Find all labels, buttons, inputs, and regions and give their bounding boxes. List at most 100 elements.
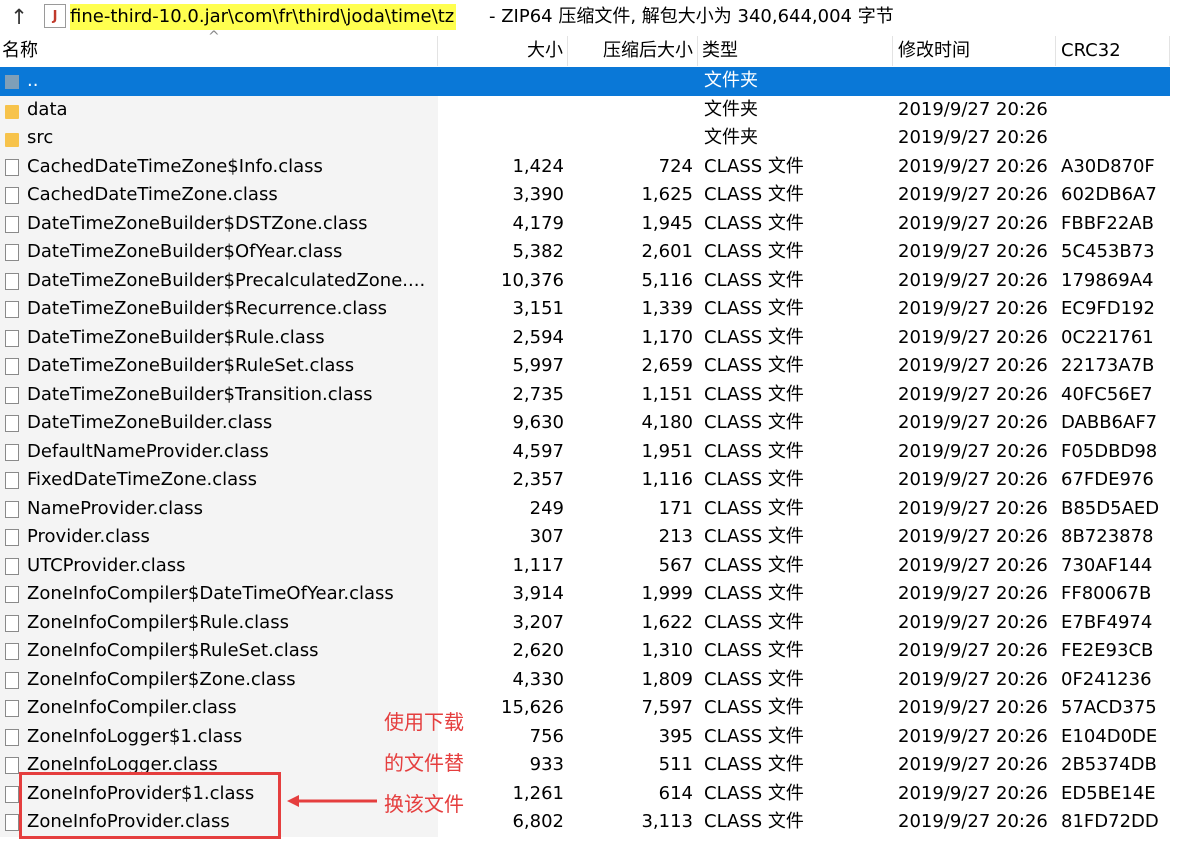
file-icon	[5, 272, 19, 290]
file-type: CLASS 文件	[704, 583, 804, 604]
table-row[interactable]: DateTimeZoneBuilder$DSTZone.class 4,179 1,…	[0, 209, 1200, 238]
file-size: 5,382	[512, 241, 564, 262]
file-icon	[5, 358, 19, 375]
table-row[interactable]: DateTimeZoneBuilder$Rule.class 2,594 1,170…	[0, 323, 1200, 352]
file-size: 4,330	[512, 668, 564, 690]
crc32-value: 730AF144	[1061, 554, 1153, 576]
packed-size: 1,170	[641, 326, 693, 348]
table-row[interactable]: Provider.class 307 213 CLASS 文件 2019/9/27 20…	[0, 523, 1200, 552]
crc32-value: 81FD72DD	[1061, 811, 1159, 832]
up-folder-button[interactable]: ↑	[3, 3, 35, 31]
address-bar: ↑ J fine-third-10.0.jar\com\fr\third\jod…	[0, 0, 1200, 34]
column-header-type[interactable]: 类型	[698, 36, 893, 66]
packed-size: 1,310	[641, 640, 693, 661]
column-header-crc[interactable]: CRC32	[1056, 36, 1170, 66]
table-row[interactable]: DateTimeZoneBuilder$OfYear.class 5,382 2,6…	[0, 238, 1200, 267]
file-type: CLASS 文件	[704, 725, 804, 747]
file-name: DefaultNameProvider.class	[27, 440, 269, 462]
modified-time: 2019/9/27 20:26	[898, 383, 1048, 405]
column-header-packed[interactable]: 压缩后大小	[568, 36, 698, 66]
file-icon	[5, 472, 19, 489]
file-icon	[5, 700, 19, 717]
crc32-value: 40FC56E7	[1061, 383, 1153, 405]
file-icon	[5, 671, 19, 689]
archive-path[interactable]: fine-third-10.0.jar\com\fr\third\joda\ti…	[70, 4, 457, 30]
packed-size: 614	[658, 782, 693, 804]
modified-time: 2019/9/27 20:26	[898, 754, 1048, 775]
table-row[interactable]: DateTimeZoneBuilder$PrecalculatedZone...…	[0, 266, 1200, 295]
crc32-value: 0F241236	[1061, 668, 1152, 690]
crc32-value: 67FDE976	[1061, 469, 1154, 490]
modified-time: 2019/9/27 20:26	[898, 440, 1048, 462]
file-name: ..	[27, 70, 39, 91]
crc32-value: E104D0DE	[1061, 725, 1158, 747]
crc32-value: FE2E93CB	[1061, 640, 1154, 661]
file-name: NameProvider.class	[27, 497, 203, 519]
file-size: 3,207	[512, 611, 564, 633]
file-type: CLASS 文件	[704, 697, 804, 718]
table-row[interactable]: DateTimeZoneBuilder.class 9,630 4,180 CLASS…	[0, 409, 1200, 438]
table-row[interactable]: DateTimeZoneBuilder$Transition.class 2,73…	[0, 380, 1200, 409]
table-row[interactable]: data 文件夹 2019/9/27 20:26	[0, 95, 1200, 124]
crc32-value: 2B5374DB	[1061, 754, 1157, 775]
file-list: .. 文件夹 data 文件夹 2019/9/27 20:26 src 文件夹 2019/9/…	[0, 67, 1200, 837]
file-icon	[5, 785, 19, 803]
crc32-value: DABB6AF7	[1061, 412, 1158, 433]
table-row[interactable]: ZoneInfoCompiler$DateTimeOfYear.class 3,9…	[0, 580, 1200, 609]
modified-time: 2019/9/27 20:26	[898, 298, 1048, 319]
file-size: 4,597	[512, 440, 564, 462]
file-icon	[5, 643, 19, 660]
table-row[interactable]: DateTimeZoneBuilder$Recurrence.class 3,15…	[0, 295, 1200, 324]
modified-time: 2019/9/27 20:26	[898, 668, 1048, 690]
file-size: 307	[529, 526, 564, 547]
column-header-size[interactable]: 大小	[438, 36, 568, 66]
file-type: CLASS 文件	[704, 440, 804, 462]
table-row[interactable]: CachedDateTimeZone.class 3,390 1,625 CLASS …	[0, 181, 1200, 210]
folder-icon	[5, 133, 19, 147]
file-name: CachedDateTimeZone$Info.class	[27, 155, 323, 177]
file-type: CLASS 文件	[704, 754, 804, 775]
table-row[interactable]: ZoneInfoCompiler$Zone.class 4,330 1,809 CLA…	[0, 665, 1200, 694]
table-row[interactable]: CachedDateTimeZone$Info.class 1,424 724 CLA…	[0, 152, 1200, 181]
file-size: 2,620	[512, 640, 564, 661]
table-row[interactable]: FixedDateTimeZone.class 2,357 1,116 CLASS 文…	[0, 466, 1200, 495]
modified-time: 2019/9/27 20:26	[898, 212, 1048, 234]
modified-time: 2019/9/27 20:26	[898, 469, 1048, 490]
packed-size: 1,945	[641, 212, 693, 234]
table-row[interactable]: NameProvider.class 249 171 CLASS 文件 2019/9/2…	[0, 494, 1200, 523]
file-name: DateTimeZoneBuilder.class	[27, 412, 273, 433]
modified-time: 2019/9/27 20:26	[898, 184, 1048, 205]
packed-size: 1,116	[641, 469, 693, 490]
table-row[interactable]: DateTimeZoneBuilder$RuleSet.class 5,997 2,…	[0, 352, 1200, 381]
modified-time: 2019/9/27 20:26	[898, 554, 1048, 576]
archive-info: - ZIP64 压缩文件, 解包大小为 340,644,004 字节	[489, 6, 894, 27]
file-name: ZoneInfoCompiler$DateTimeOfYear.class	[27, 583, 394, 604]
file-size: 2,594	[512, 326, 564, 348]
file-size: 249	[529, 497, 564, 519]
table-row[interactable]: ZoneInfoCompiler.class 15,626 7,597 CLASS 文…	[0, 694, 1200, 723]
file-icon	[5, 244, 19, 261]
file-name: Provider.class	[27, 526, 150, 547]
table-row[interactable]: ZoneInfoLogger$1.class 756 395 CLASS 文件 2019…	[0, 722, 1200, 751]
column-header-modified[interactable]: 修改时间	[893, 36, 1056, 66]
file-type: CLASS 文件	[704, 640, 804, 661]
packed-size: 2,659	[641, 355, 693, 376]
modified-time: 2019/9/27 20:26	[898, 782, 1048, 804]
crc32-value: A30D870F	[1061, 155, 1155, 177]
table-row[interactable]: DefaultNameProvider.class 4,597 1,951 CLASS…	[0, 437, 1200, 466]
file-type: CLASS 文件	[704, 298, 804, 319]
crc32-value: 0C221761	[1061, 326, 1154, 348]
file-name: ZoneInfoCompiler$Rule.class	[27, 611, 289, 633]
file-icon	[5, 443, 19, 461]
table-row[interactable]: src 文件夹 2019/9/27 20:26	[0, 124, 1200, 153]
table-row[interactable]: .. 文件夹	[0, 67, 1170, 96]
table-row[interactable]: UTCProvider.class 1,117 567 CLASS 文件 2019/9/…	[0, 551, 1200, 580]
file-name: data	[27, 98, 68, 120]
file-name: DateTimeZoneBuilder$OfYear.class	[27, 241, 343, 262]
table-row[interactable]: ZoneInfoCompiler$RuleSet.class 2,620 1,310…	[0, 637, 1200, 666]
file-icon	[5, 187, 19, 204]
file-icon	[5, 529, 19, 546]
table-row[interactable]: ZoneInfoCompiler$Rule.class 3,207 1,622 CLA…	[0, 608, 1200, 637]
file-name: UTCProvider.class	[27, 554, 186, 576]
file-icon	[5, 415, 19, 432]
